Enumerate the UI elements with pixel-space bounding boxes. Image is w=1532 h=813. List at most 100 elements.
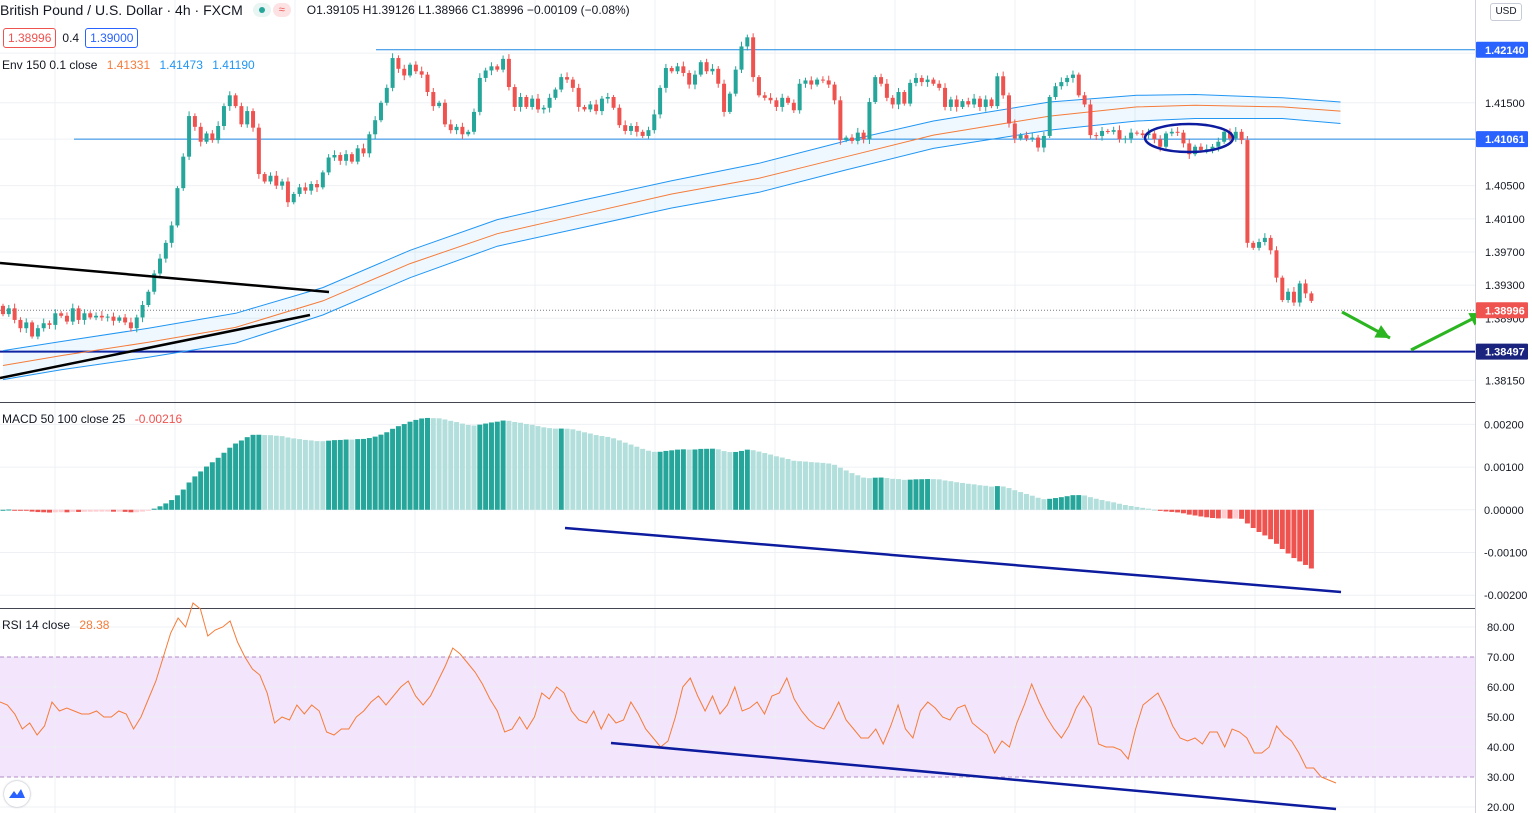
candle-body [163, 242, 168, 259]
macd-bar [715, 449, 721, 510]
envelope-lower-value: 1.41190 [212, 58, 255, 72]
macd-bar [890, 478, 896, 510]
macd-bar [1128, 505, 1134, 510]
candle-body [1094, 135, 1099, 137]
macd-bar [756, 451, 762, 510]
rsi-legend[interactable]: RSI 14 close 28.38 [2, 618, 109, 632]
macd-bar [110, 509, 116, 512]
candle-body [1169, 131, 1174, 134]
macd-bar [105, 509, 111, 512]
currency-button[interactable]: USD [1490, 3, 1522, 21]
candle-body [919, 77, 924, 83]
macd-bar [1151, 509, 1157, 511]
candle-body [1001, 76, 1006, 96]
macd-bar [285, 437, 291, 510]
macd-bar [378, 434, 384, 510]
macd-bar [256, 434, 262, 510]
candle-body [285, 181, 290, 203]
macd-bar [512, 421, 518, 510]
macd-bar [709, 448, 715, 510]
macd-bar [12, 509, 18, 511]
rsi-tick-label: 40.00 [1487, 742, 1515, 754]
candle-body [832, 84, 837, 101]
candle-body [820, 79, 825, 81]
macd-bar [81, 509, 87, 512]
price-tick-label: 1.38150 [1485, 375, 1525, 387]
macd-bar [134, 509, 140, 513]
macd-bar [494, 421, 500, 510]
macd-bar [1250, 509, 1256, 529]
candle-body [1262, 237, 1267, 243]
candle-body [448, 124, 453, 131]
envelope-legend[interactable]: Env 150 0.1 close 1.41331 1.41473 1.4119… [2, 58, 255, 72]
price-tick-label: 1.39700 [1485, 247, 1525, 259]
candle-body [506, 58, 511, 88]
macd-bar [1210, 509, 1216, 518]
macd-bar [140, 509, 146, 512]
candle-body [849, 137, 854, 141]
rsi-tick-label: 70.00 [1487, 652, 1515, 664]
candle-body [239, 106, 244, 125]
macd-bar [523, 423, 529, 510]
macd-bar [47, 509, 53, 513]
candle-body [472, 111, 477, 132]
candle-body [105, 316, 110, 318]
macd-bar [23, 509, 29, 511]
candle-body [256, 127, 261, 175]
candle-body [722, 83, 727, 112]
macd-legend[interactable]: MACD 50 100 close 25 -0.00216 [2, 412, 182, 426]
macd-bar [366, 438, 372, 510]
macd-bar [791, 460, 797, 510]
rsi-tick-label: 80.00 [1487, 622, 1515, 634]
macd-bar [913, 479, 919, 510]
candle-body [332, 155, 337, 158]
candle-body [198, 126, 203, 142]
macd-bar [936, 479, 942, 510]
macd-bar [750, 450, 756, 510]
candle-body [931, 79, 936, 84]
candle-body [425, 74, 430, 93]
candle-body [1309, 293, 1314, 301]
candle-body [419, 71, 424, 75]
sell-button[interactable]: 1.38996 [3, 28, 57, 48]
ohlc-readout: O1.39105 H1.39126 L1.38966 C1.38996 −0.0… [306, 3, 630, 17]
candle-body [64, 315, 69, 322]
macd-bar [1006, 488, 1012, 510]
macd-label: MACD 50 100 close 25 [2, 412, 126, 426]
candle-body [1140, 133, 1145, 136]
macd-bar [1186, 509, 1192, 515]
buy-button[interactable]: 1.39000 [85, 28, 139, 48]
candle-body [30, 322, 35, 337]
macd-bar [1297, 509, 1303, 562]
macd-bar [878, 477, 884, 510]
candle-body [1129, 132, 1134, 139]
symbol-title[interactable]: British Pound / U.S. Dollar · 4h · FXCM [0, 2, 243, 18]
candle-body [594, 104, 599, 112]
candle-body [570, 79, 575, 88]
candle-body [70, 308, 75, 322]
spread-value: 0.4 [62, 31, 80, 45]
candle-body [41, 323, 46, 329]
candle-body [408, 64, 413, 76]
candle-body [925, 79, 930, 83]
tradingview-logo-icon[interactable] [4, 781, 30, 807]
candle-body [361, 148, 366, 154]
macd-bar [994, 486, 1000, 510]
macd-bar [628, 444, 634, 510]
candle-body [745, 37, 750, 47]
macd-bar [35, 509, 41, 513]
macd-bar [93, 509, 99, 512]
envelope-upper-value: 1.41473 [159, 58, 203, 72]
candle-body [442, 102, 447, 125]
candle-body [989, 99, 994, 107]
candle-body [140, 305, 145, 318]
chart-canvas[interactable]: 1.421001.415001.405001.401001.397001.393… [0, 0, 1532, 813]
macd-bar [314, 441, 320, 510]
macd-bar [198, 471, 204, 510]
macd-bar [582, 432, 587, 510]
candle-body [756, 77, 761, 96]
macd-bar [1099, 500, 1105, 510]
candle-body [1076, 74, 1081, 96]
candle-body [1297, 283, 1302, 303]
macd-bar [419, 418, 425, 510]
